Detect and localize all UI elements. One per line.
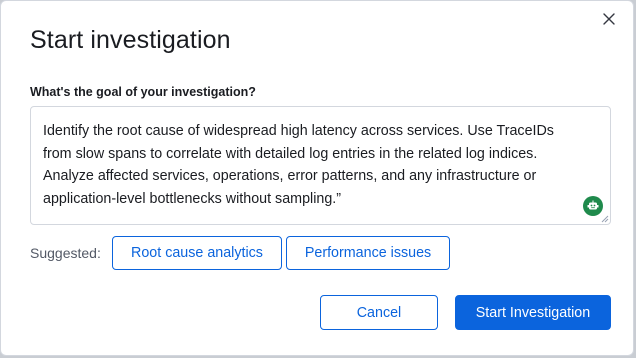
goal-textarea[interactable]: Identify the root cause of widespread hi… <box>30 106 611 225</box>
suggested-label: Suggested: <box>30 245 101 261</box>
robot-icon <box>587 200 599 210</box>
close-button[interactable] <box>599 9 619 29</box>
goal-question-label: What's the goal of your investigation? <box>30 85 256 99</box>
ai-assistant-button[interactable] <box>583 196 603 216</box>
close-icon <box>603 13 615 25</box>
start-investigation-modal: Start investigation What's the goal of y… <box>0 0 634 356</box>
suggestion-chip-performance[interactable]: Performance issues <box>286 236 450 270</box>
modal-title: Start investigation <box>30 26 231 54</box>
resize-handle-icon[interactable] <box>601 215 609 223</box>
start-investigation-button[interactable]: Start Investigation <box>455 295 611 330</box>
goal-text-value[interactable]: Identify the root cause of widespread hi… <box>43 120 603 210</box>
suggestion-chip-root-cause[interactable]: Root cause analytics <box>112 236 282 270</box>
cancel-button[interactable]: Cancel <box>320 295 438 330</box>
